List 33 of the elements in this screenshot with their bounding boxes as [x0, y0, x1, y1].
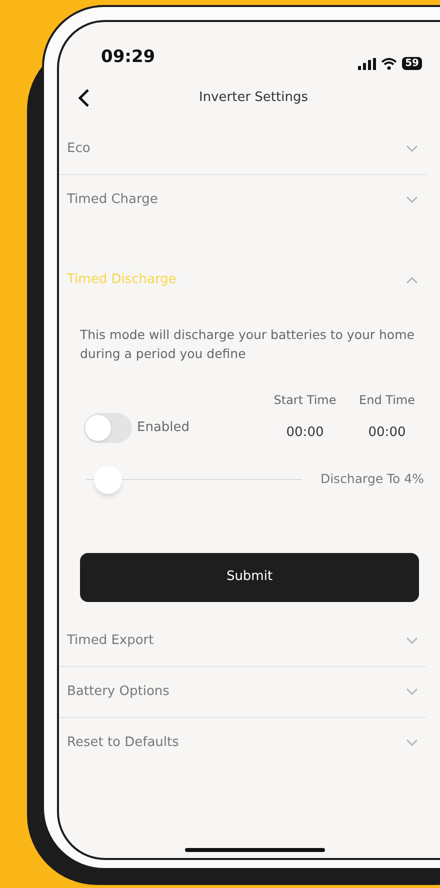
section-title: Timed Charge — [67, 191, 158, 210]
chevron-down-icon — [406, 145, 418, 153]
slider-thumb[interactable] — [94, 466, 122, 494]
status-time: 09:29 — [101, 46, 156, 68]
slider-label: Discharge To 4% — [320, 470, 424, 488]
accordion-header[interactable]: Eco — [59, 124, 426, 174]
signal-icon — [358, 58, 376, 70]
time-label: Start Time — [274, 392, 336, 409]
section-title: Eco — [67, 140, 90, 158]
chevron-down-icon — [406, 738, 418, 746]
wifi-icon — [381, 58, 398, 70]
accordion-header[interactable]: Reset to Defaults — [59, 718, 426, 768]
toggle-switch[interactable] — [84, 412, 132, 442]
chevron-down-icon — [406, 636, 418, 644]
section-title: Reset to Defaults — [67, 734, 179, 752]
section-title: Battery Options — [67, 682, 170, 701]
section-title: Timed Export — [67, 632, 154, 650]
submit-button[interactable]: Submit — [80, 552, 419, 602]
accordion-header[interactable]: Timed Export — [59, 616, 426, 666]
accordion-header[interactable]: Battery Options — [59, 666, 426, 716]
time-value[interactable]: 00:00 — [368, 421, 406, 444]
section-title: Timed Discharge — [67, 271, 176, 290]
toggle-label: Enabled — [137, 418, 190, 437]
accordion-header[interactable]: Timed Charge — [59, 175, 426, 225]
battery-level: 59 — [402, 57, 422, 70]
description-text: This mode will discharge your batteries to your home during a period you define — [80, 326, 416, 363]
chevron-down-icon — [406, 688, 418, 696]
page-title: Inverter Settings — [198, 89, 308, 108]
chevron-up-icon — [406, 276, 418, 284]
time-value[interactable]: 00:00 — [286, 421, 324, 444]
time-label: End Time — [359, 392, 415, 409]
chevron-down-icon — [406, 196, 418, 204]
back-icon — [78, 88, 90, 108]
